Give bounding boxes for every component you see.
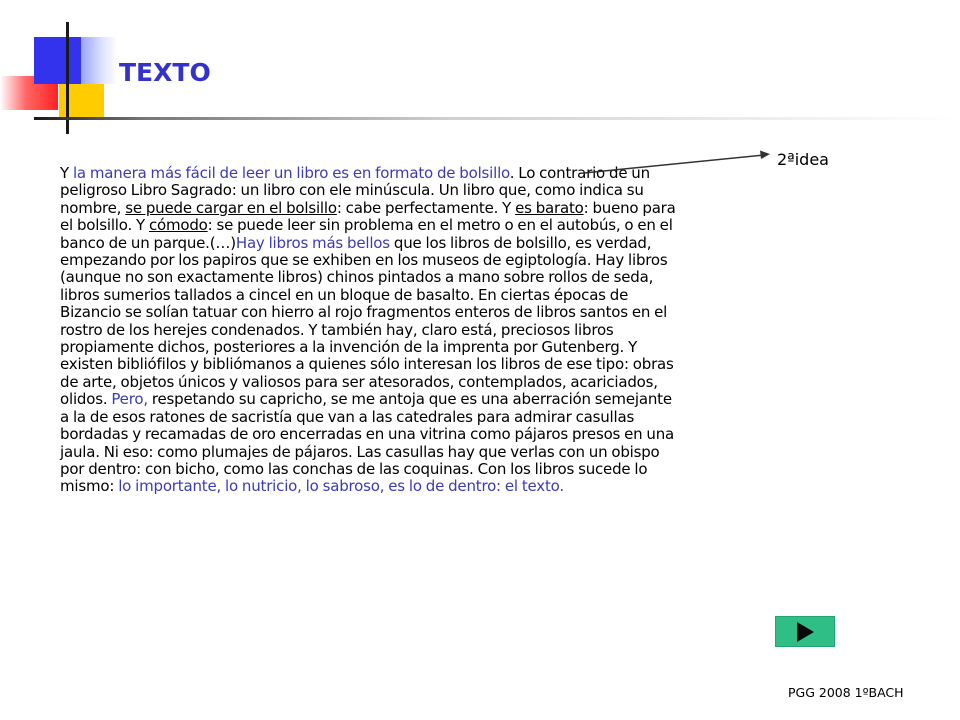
annotation-arrow (583, 150, 770, 174)
next-slide-button[interactable] (775, 616, 835, 647)
slide-footer: PGG 2008 1ºBACH (788, 685, 904, 700)
play-right-icon (797, 621, 814, 642)
annotation-label: 2ªidea (777, 150, 829, 169)
